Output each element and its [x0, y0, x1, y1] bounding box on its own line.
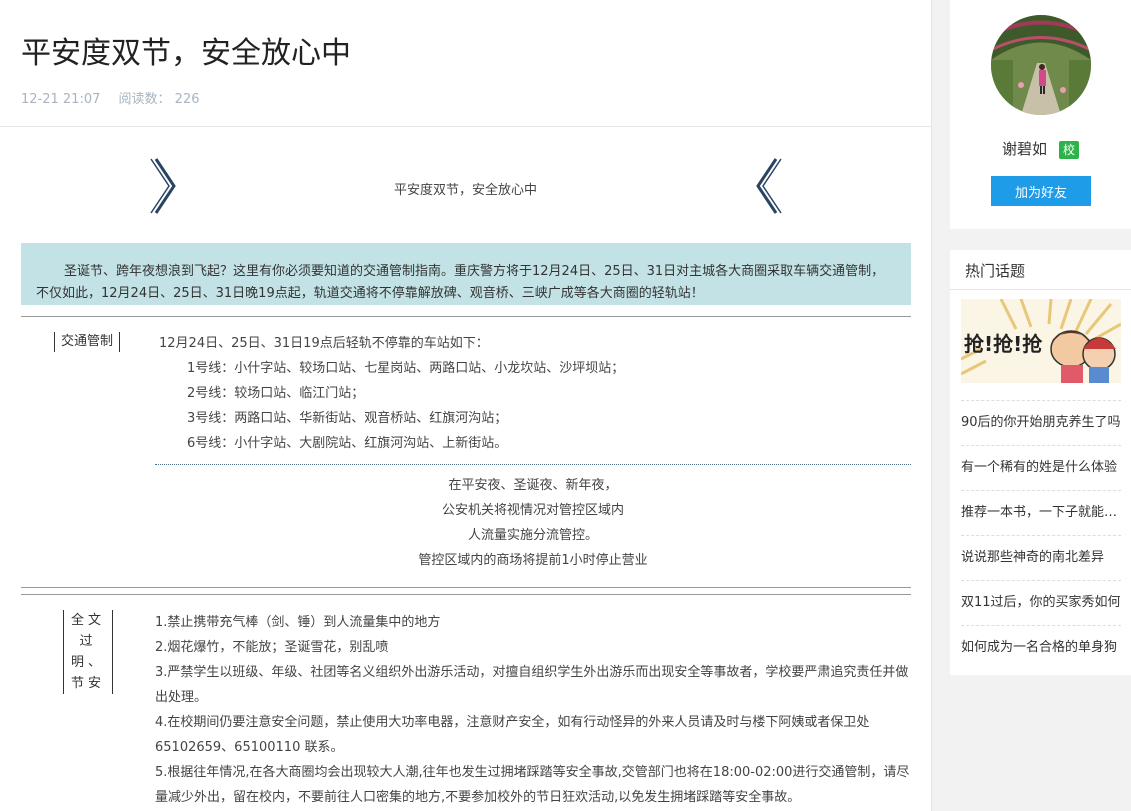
rule-item: 4.在校期间仍要注意安全问题，禁止使用大功率电器，注意财产安全，如有行动怪异的外… — [155, 715, 870, 755]
article-title: 平安度双节，安全放心中 — [21, 36, 351, 71]
rule-item: 3.严禁学生以班级、年级、社团等名义组织外出游乐活动，对擅自组织学生外出游乐而出… — [155, 665, 909, 705]
notice-line: 在平安夜、圣诞夜、新年夜， — [448, 478, 618, 493]
profile-card: 谢碧如校 加为好友 — [950, 0, 1131, 229]
hot-topic-item[interactable]: 90后的你开始朋克养生了吗 — [961, 400, 1121, 445]
traffic-line: 2号线：较场口站、临江门站； — [187, 386, 365, 401]
safety-rules: 1.禁止携带充气棒（剑、锤）到人流量集中的地方 2.烟花爆竹，不能放；圣诞雪花，… — [155, 610, 913, 810]
hot-topics-card: 热门话题 抢!抢!抢 90后的你开始朋克养生了吗 有一个稀有的姓是什么体验 推荐… — [950, 250, 1131, 675]
username-row: 谢碧如校 — [950, 138, 1131, 159]
read-count: 226 — [174, 92, 200, 107]
hot-topic-item[interactable]: 推荐一本书，一下子就能读完 — [961, 490, 1121, 535]
tag-line: 节安 — [70, 676, 105, 691]
article-panel: 平安度双节，安全放心中 12-21 21:07 阅读数： 226 平安度双节，安… — [0, 0, 932, 811]
tag-line: 全文 — [70, 613, 105, 628]
article-date: 12-21 21:07 — [21, 92, 101, 107]
hot-topic-item[interactable]: 有一个稀有的姓是什么体验 — [961, 445, 1121, 490]
traffic-line: 3号线：两路口站、华新街站、观音桥站、红旗河沟站； — [187, 411, 508, 426]
hot-topic-item[interactable]: 如何成为一名合格的单身狗 — [961, 625, 1121, 670]
hot-topics-title: 热门话题 — [965, 262, 1026, 280]
intro-box: 圣诞节、跨年夜想浪到飞起？这里有你必须要知道的交通管制指南。重庆警方将于12月2… — [21, 243, 911, 305]
tag-line: 过明、 — [70, 634, 105, 670]
section-tag-safety: 全文 过明、 节安 — [63, 610, 113, 694]
section-divider — [21, 587, 911, 588]
hot-topic-list: 90后的你开始朋克养生了吗 有一个稀有的姓是什么体验 推荐一本书，一下子就能读完… — [961, 400, 1121, 670]
banner-right-mark — [752, 157, 782, 219]
section-divider — [21, 594, 911, 595]
section-tag-traffic: 交通管制 — [54, 332, 121, 352]
traffic-lines: 12月24日、25日、31日19点后轻轨不停靠的车站如下： 1号线：小什字站、较… — [159, 331, 624, 456]
notice-line: 人流量实施分流管控。 — [467, 528, 598, 543]
banner-text: 平安度双节，安全放心中 — [393, 183, 537, 198]
notice-line: 管控区域内的商场将提前1小时停止营业 — [418, 553, 648, 568]
hot-topic-image[interactable]: 抢!抢!抢 — [961, 299, 1121, 383]
rule-item: 2.烟花爆竹，不能放；圣诞雪花，别乱喷 — [155, 640, 389, 655]
school-badge: 校 — [1059, 140, 1080, 159]
username[interactable]: 谢碧如 — [1002, 140, 1047, 158]
hot-topic-item[interactable]: 说说那些神奇的南北差异 — [961, 535, 1121, 580]
avatar[interactable] — [991, 15, 1091, 115]
add-friend-button[interactable]: 加为好友 — [991, 176, 1091, 206]
notice-line: 公安机关将视情况对管控区域内 — [441, 503, 624, 518]
hot-topic-item[interactable]: 双11过后，你的买家秀如何 — [961, 580, 1121, 625]
traffic-line: 6号线：小什字站、大剧院站、红旗河沟站、上新街站。 — [187, 436, 508, 451]
read-count-label: 阅读数： — [118, 92, 171, 107]
section-divider — [21, 316, 911, 317]
notice-block: 在平安夜、圣诞夜、新年夜， 公安机关将视情况对管控区域内 人流量实施分流管控。 … — [155, 473, 911, 573]
dotted-divider — [155, 464, 911, 465]
traffic-line: 1号线：小什字站、较场口站、七星岗站、两路口站、小龙坎站、沙坪坝站； — [187, 361, 625, 376]
traffic-line: 12月24日、25日、31日19点后轻轨不停靠的车站如下： — [159, 336, 489, 351]
rule-item: 5.根据往年情况,在各大商圈均会出现较大人潮,往年也发生过拥堵踩踏等安全事故,交… — [155, 765, 910, 805]
rule-item: 1.禁止携带充气棒（剑、锤）到人流量集中的地方 — [155, 615, 441, 630]
header-divider — [0, 126, 931, 127]
hot-image-caption: 抢!抢!抢 — [964, 332, 1043, 356]
intro-text: 圣诞节、跨年夜想浪到飞起？这里有你必须要知道的交通管制指南。重庆警方将于12月2… — [36, 264, 885, 301]
article-meta: 12-21 21:07 阅读数： 226 — [21, 88, 200, 107]
hot-topics-header: 热门话题 — [950, 250, 1131, 290]
